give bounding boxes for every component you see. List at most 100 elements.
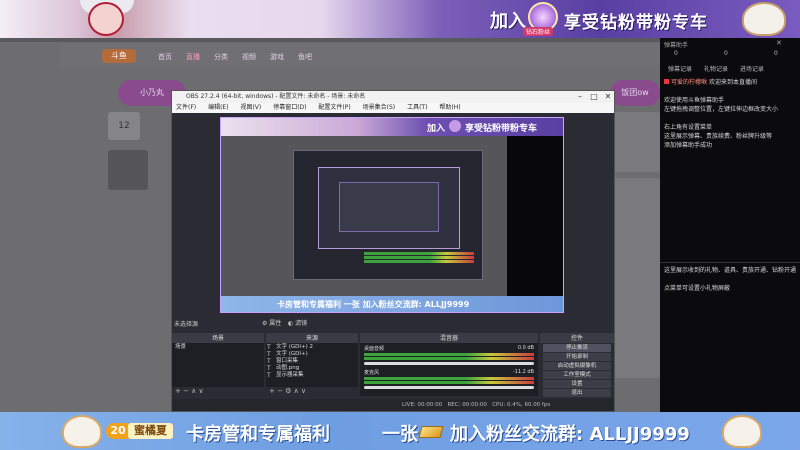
nav-game[interactable]: 游戏 <box>270 52 284 62</box>
nav-category[interactable]: 分类 <box>214 52 228 62</box>
settings-button[interactable]: 设置 <box>543 380 611 388</box>
site-logo[interactable]: 斗鱼 <box>102 49 136 63</box>
top-banner-overlay: 加入 钻石粉丝 享受钻粉带粉专车 <box>0 0 800 38</box>
bottom-text-1: 卡房管和专属福利 <box>186 424 330 445</box>
preview-bottom-banner: 卡房管和专属福利 一张 加入粉丝交流群: ALLJJ9999 <box>221 296 563 312</box>
menu-view[interactable]: 视图(V) <box>240 104 261 111</box>
right-list-block <box>610 178 660 378</box>
obs-preview[interactable]: 加入 享受钻粉带粉专车 卡房管和专属福利 一张 加入粉丝交流群: ALLJJ99… <box>220 117 564 313</box>
fans-count: 12 <box>108 112 140 140</box>
properties-button[interactable]: ⚙ 属性 <box>262 318 281 327</box>
obs-status-bar: LIVE: 00:00:00 REC: 00:00:00 CPU: 0.4%, … <box>172 399 614 411</box>
menu-scene-collection[interactable]: 场景集合(S) <box>363 104 396 111</box>
start-recording-button[interactable]: 开始录制 <box>543 353 611 361</box>
gift-line-1: 这里展示收到的礼物、道具、贵族开通、钻粉开通 <box>664 267 797 274</box>
source-item-text2[interactable]: 文字 (GDI+) 2 <box>266 344 358 351</box>
virtual-camera-button[interactable]: 启动虚拟摄像机 <box>543 362 611 370</box>
studio-mode-button[interactable]: 工作室模式 <box>543 371 611 379</box>
mixer-mic-db: -11.2 dB <box>512 369 534 375</box>
preview-top-banner: 加入 享受钻粉带粉专车 <box>221 118 563 136</box>
gift-line-2: 点菜单可设置小礼物屏蔽 <box>664 285 731 292</box>
preview-bottom-text: 卡房管和专属福利 一张 加入粉丝交流群: ALLJJ9999 <box>277 300 470 309</box>
source-item-text[interactable]: 文字 (GDI+) <box>266 351 358 358</box>
close-icon[interactable]: ✕ <box>602 91 614 103</box>
sources-list: 文字 (GDI+) 2 文字 (GDI+) 窗口采集 动图.png 显示器采集 <box>266 343 358 387</box>
fan-badge-name: 蜜橘夏 <box>128 423 173 439</box>
filters-label: 滤镜 <box>295 320 308 327</box>
tab-enter[interactable]: 进场记录 <box>740 66 764 73</box>
chat-line-5: 添加弹幕助手成功 <box>664 142 713 149</box>
minimize-icon[interactable]: – <box>574 91 586 103</box>
desktop-volume-slider[interactable] <box>364 362 534 365</box>
nested-meter-1 <box>364 252 474 255</box>
mic-meter <box>364 377 534 380</box>
fan-badge-icon <box>664 79 669 84</box>
stat-1: 0 <box>674 50 678 57</box>
filters-button[interactable]: ◐ 滤镜 <box>288 318 307 327</box>
banner-join-text: 加入 <box>490 11 526 32</box>
mixer-row-desktop: 桌面音频 0.0 dB <box>364 345 534 352</box>
mixer-row-mic: 麦克风 -11.2 dB <box>364 369 534 376</box>
preview-nested-obs <box>293 150 483 280</box>
nav-live[interactable]: 直播 <box>186 52 200 62</box>
highlight-line: 可爱的柠檬啾 欢迎来到本直播间 <box>664 78 796 87</box>
fan-level-badge: 20 <box>106 423 130 439</box>
menu-docks[interactable]: 停靠窗口(D) <box>273 104 306 111</box>
nested-meter-2 <box>364 256 474 259</box>
cat-mascot-icon <box>742 2 786 36</box>
source-item-window[interactable]: 窗口采集 <box>266 358 358 365</box>
browser-top-strip <box>0 38 660 42</box>
chat-divider <box>660 262 800 263</box>
cat-mascot-left-icon <box>62 415 102 448</box>
source-item-image[interactable]: 动图.png <box>266 365 358 372</box>
scenes-dock: 场景 场景 + − ∧ ∨ <box>172 333 264 395</box>
chat-line-3: 右上角有设置菜单 <box>664 124 713 131</box>
menu-file[interactable]: 文件(F) <box>176 104 196 111</box>
pill-right[interactable]: 饭团ow <box>610 80 660 106</box>
mixer-desktop-db: 0.0 dB <box>517 345 534 351</box>
nav-home[interactable]: 首页 <box>158 52 172 62</box>
preview-crest-icon <box>449 120 461 132</box>
tab-danmu[interactable]: 弹幕记录 <box>668 66 692 73</box>
source-add-button[interactable]: + − ⚙ ∧ ∨ <box>266 387 358 395</box>
mixer-dock: 混音器 桌面音频 0.0 dB 麦克风 -11.2 dB <box>360 333 538 396</box>
scenes-title: 场景 <box>172 334 264 343</box>
chat-close-icon[interactable]: ✕ <box>776 39 782 47</box>
menu-edit[interactable]: 编辑(E) <box>208 104 228 111</box>
bottom-banner-overlay: 20 蜜橘夏 卡房管和专属福利 一张 加入粉丝交流群: ALLJJ9999 <box>0 412 800 450</box>
highlight-user[interactable]: 可爱的柠檬啾 <box>671 79 707 86</box>
nav-yuba[interactable]: 鱼吧 <box>298 52 312 62</box>
anime-girl-face <box>88 2 124 36</box>
controls-dock: 控件 停止推流 开始录制 启动虚拟摄像机 工作室模式 设置 退出 <box>540 333 614 397</box>
stop-streaming-button[interactable]: 停止推流 <box>543 344 611 352</box>
mic-volume-slider[interactable] <box>364 386 534 389</box>
cat-mascot-right-icon <box>722 415 762 448</box>
menu-help[interactable]: 帮助(H) <box>439 104 460 111</box>
obs-title-bar[interactable]: OBS 27.2.4 (64-bit, windows) - 配置文件: 未命名… <box>172 91 614 103</box>
scene-add-button[interactable]: + − ∧ ∨ <box>172 387 264 395</box>
desktop-meter-2 <box>364 357 534 360</box>
banner-slogan: 享受钻粉带粉专车 <box>564 13 708 33</box>
site-header <box>60 44 660 68</box>
menu-tools[interactable]: 工具(T) <box>407 104 427 111</box>
preview-nested-obs-2 <box>318 167 460 249</box>
danmu-assistant-panel: 弹幕助手 ✕ 0 0 0 弹幕记录 礼物记录 进场记录 可爱的柠檬啾 欢迎来到本… <box>660 38 800 412</box>
crest-tag: 钻石粉丝 <box>523 27 554 36</box>
nav-video[interactable]: 视频 <box>242 52 256 62</box>
nested-meter-3 <box>364 260 474 263</box>
source-item-display[interactable]: 显示器采集 <box>266 372 358 379</box>
streamer-avatar[interactable] <box>108 150 148 190</box>
desktop-meter <box>364 353 534 356</box>
chat-tabs: 弹幕记录 礼物记录 进场记录 <box>668 64 774 73</box>
chat-header: 弹幕助手 <box>664 42 689 49</box>
scene-item[interactable]: 场景 <box>175 343 264 351</box>
bottom-text-3: 加入粉丝交流群: ALLJJ9999 <box>450 424 690 445</box>
menu-profile[interactable]: 配置文件(P) <box>318 104 350 111</box>
exit-button[interactable]: 退出 <box>543 389 611 397</box>
stat-2: 0 <box>724 50 728 57</box>
maximize-icon[interactable]: □ <box>588 91 600 103</box>
tab-gift[interactable]: 礼物记录 <box>704 66 728 73</box>
preview-slogan: 享受钻粉带粉专车 <box>465 124 538 134</box>
status-live: LIVE: 00:00:00 <box>402 402 443 408</box>
mixer-mic-name: 麦克风 <box>364 370 380 376</box>
